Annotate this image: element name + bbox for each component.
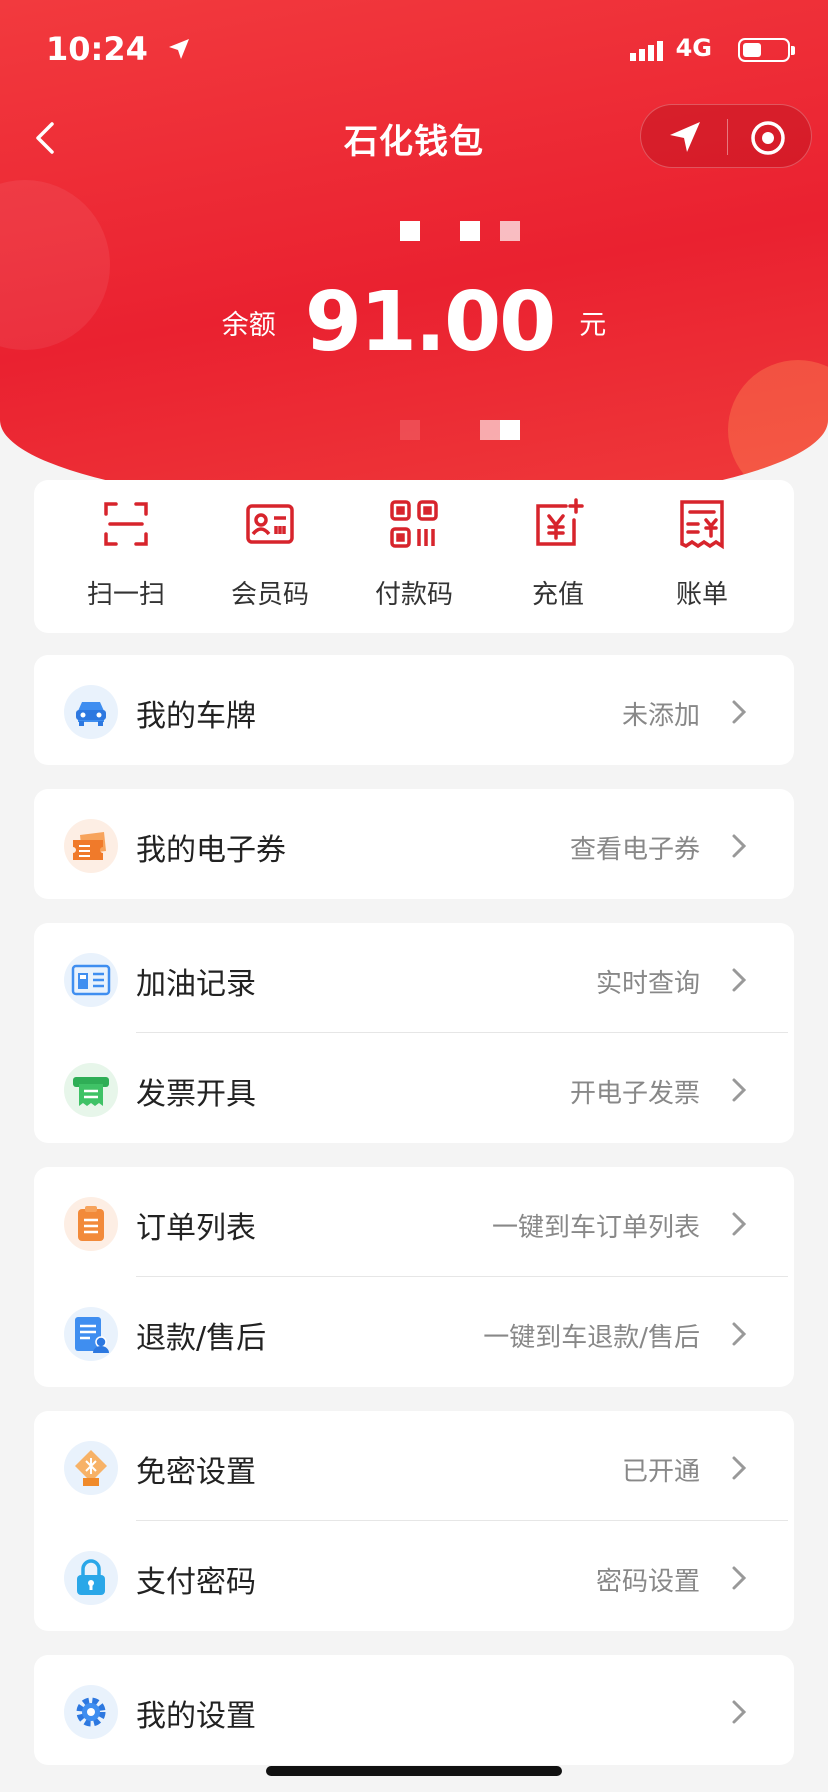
qr-code-icon [390, 500, 438, 548]
chevron-right-icon [732, 834, 747, 858]
scan-icon [104, 502, 148, 546]
order-list-icon [78, 1206, 104, 1241]
menu-group: 订单列表 一键到车订单列表 退款/售后 一键到车退款/售后 [34, 1167, 794, 1387]
chevron-right-icon [732, 1322, 747, 1346]
mini-program-capsule [640, 104, 812, 168]
menu-item-invoice[interactable]: 发票开具 开电子发票 [34, 1033, 794, 1143]
menu-group: 我的电子券 查看电子券 [34, 789, 794, 899]
menu-group: 免密设置 已开通 支付密码 密码设置 [34, 1411, 794, 1631]
close-mini-program-icon[interactable] [749, 119, 787, 157]
recharge-button[interactable]: 充值 [498, 480, 618, 633]
settings-gear-icon [76, 1697, 106, 1727]
status-time: 10:24 [46, 30, 148, 68]
chevron-right-icon [732, 1566, 747, 1590]
lock-icon [77, 1559, 105, 1595]
nav-bar: 石化钱包 [0, 100, 828, 172]
bill-button[interactable]: 账单 [642, 480, 762, 633]
chevron-right-icon [732, 700, 747, 724]
refund-icon [75, 1317, 109, 1353]
decor-pixel [480, 420, 500, 440]
menu-item-refund[interactable]: 退款/售后 一键到车退款/售后 [34, 1277, 794, 1387]
menu-item-license-plate[interactable]: 我的车牌 未添加 [34, 655, 794, 765]
decor-pixel [460, 221, 480, 241]
car-icon [76, 702, 106, 726]
chevron-right-icon [732, 1456, 747, 1480]
chevron-right-icon [732, 1078, 747, 1102]
password-free-icon [75, 1450, 107, 1486]
signal-icon [630, 41, 663, 61]
menu-group: 加油记录 实时查询 发票开具 开电子发票 [34, 923, 794, 1143]
menu-item-fuel-records[interactable]: 加油记录 实时查询 [34, 923, 794, 1033]
network-type: 4G [675, 34, 712, 62]
invoice-icon [73, 1077, 109, 1106]
menu-group: 我的设置 [34, 1655, 794, 1765]
menu-group: 我的车牌 未添加 [34, 655, 794, 765]
balance-unit: 元 [579, 310, 607, 341]
decor-pixel [500, 420, 520, 440]
payment-code-button[interactable]: 付款码 [354, 480, 474, 633]
decor-pixel [500, 221, 520, 241]
menu-item-settings[interactable]: 我的设置 [34, 1655, 794, 1765]
menu-item-order-list[interactable]: 订单列表 一键到车订单列表 [34, 1167, 794, 1277]
decor-bubble [728, 360, 828, 500]
scan-button[interactable]: 扫一扫 [66, 480, 186, 633]
balance-display: 余额 91.00 元 [0, 275, 828, 370]
fuel-record-icon [71, 964, 111, 996]
quick-actions-card: 扫一扫 会员码 付款码 充值 账单 [34, 480, 794, 633]
coupon-icon [73, 832, 106, 860]
balance-amount: 91.00 [304, 275, 556, 370]
decor-pixel [400, 221, 420, 241]
member-card-icon [246, 504, 294, 544]
menu-item-payment-password[interactable]: 支付密码 密码设置 [34, 1521, 794, 1631]
member-code-button[interactable]: 会员码 [210, 480, 330, 633]
navigate-arrow-icon[interactable] [667, 119, 703, 155]
status-bar: 10:24 4G [46, 30, 795, 70]
menu-item-password-free[interactable]: 免密设置 已开通 [34, 1411, 794, 1521]
menu-item-coupons[interactable]: 我的电子券 查看电子券 [34, 789, 794, 899]
chevron-right-icon [732, 968, 747, 992]
chevron-right-icon [732, 1212, 747, 1236]
decor-pixel [400, 420, 420, 440]
recharge-icon [536, 498, 584, 546]
home-indicator[interactable] [266, 1766, 562, 1776]
balance-label: 余额 [221, 310, 276, 341]
battery-icon [738, 38, 795, 62]
wallet-header: 10:24 4G 石化钱包 余额 91.00 元 [0, 0, 828, 510]
chevron-right-icon [732, 1700, 747, 1724]
bill-icon [680, 500, 724, 550]
location-arrow-icon [169, 39, 189, 59]
